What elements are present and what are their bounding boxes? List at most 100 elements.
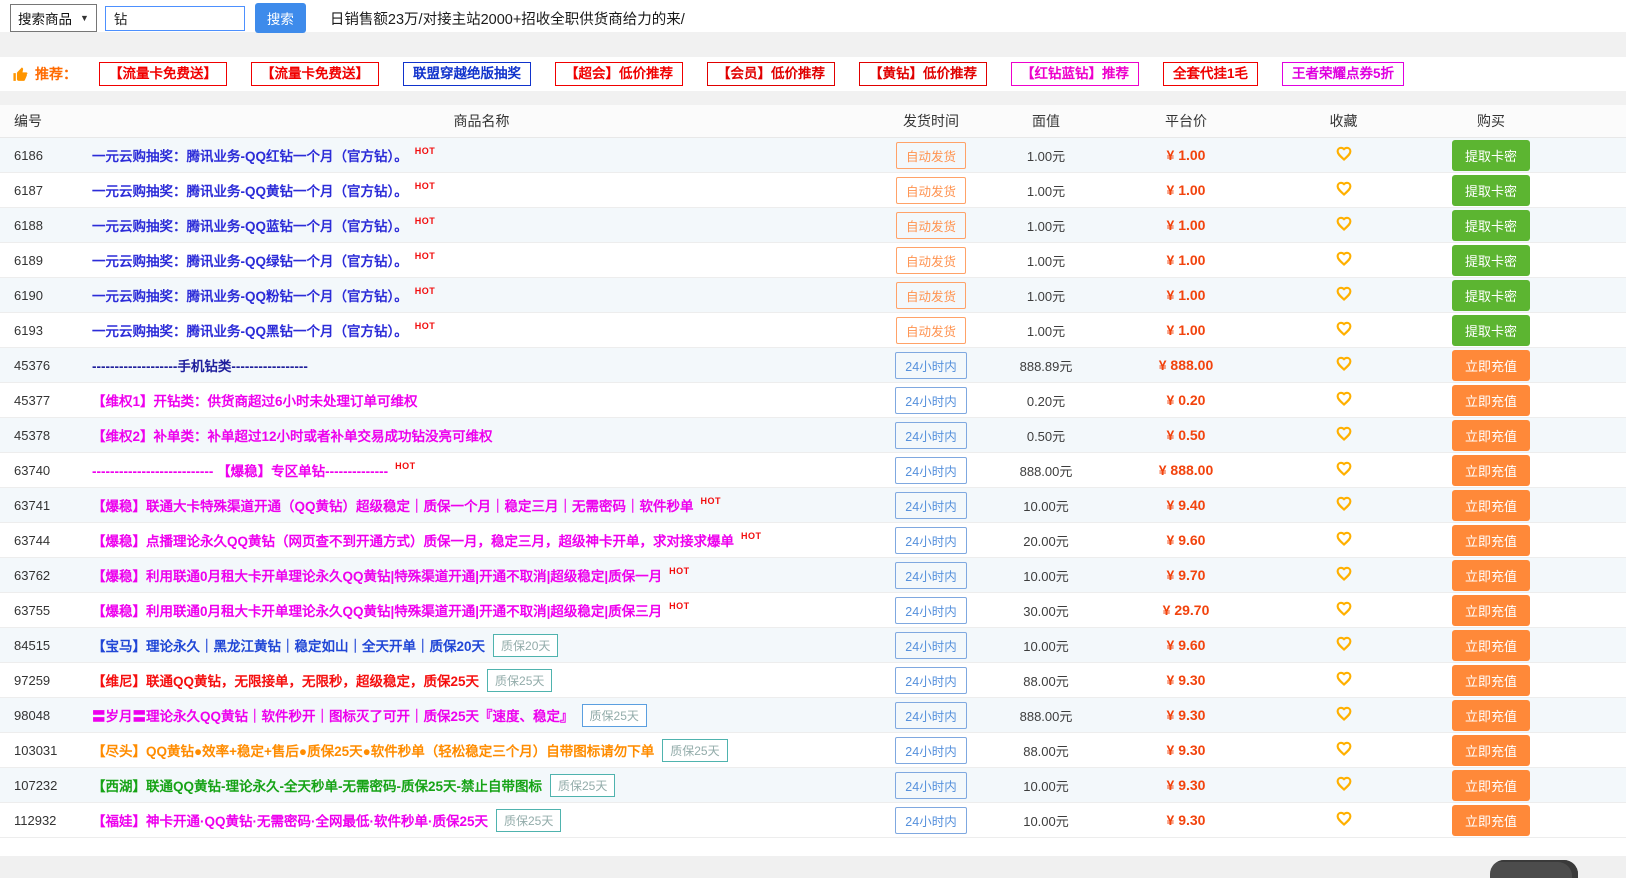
favorite-heart-icon[interactable] bbox=[1335, 600, 1353, 617]
product-name-link[interactable]: 【爆稳】联通大卡特殊渠道开通（QQ黄钻）超级稳定｜质保一个月｜稳定三月｜无需密码… bbox=[92, 495, 694, 515]
product-name-link[interactable]: 一元云购抽奖：腾讯业务-QQ红钻一个月（官方钻）。 bbox=[92, 145, 408, 165]
buy-button[interactable]: 提取卡密 bbox=[1452, 140, 1530, 171]
product-name-link[interactable]: 【尽头】QQ黄钻●效率+稳定+售后●质保25天●软件秒单（轻松稳定三个月）自带图… bbox=[92, 740, 654, 760]
favorite-heart-icon[interactable] bbox=[1335, 425, 1353, 442]
recommend-link[interactable]: 王者荣耀点券5折 bbox=[1282, 62, 1404, 86]
table-row: 6189 一元云购抽奖：腾讯业务-QQ绿钻一个月（官方钻）。 HOT 自动发货 … bbox=[0, 243, 1626, 278]
recommend-link[interactable]: 【红钻蓝钻】推荐 bbox=[1011, 62, 1139, 86]
buy-button[interactable]: 立即充值 bbox=[1452, 385, 1530, 416]
product-name-link[interactable]: 【维权1】开钻类：供货商超过6小时未处理订单可维权 bbox=[92, 390, 418, 410]
buy-button[interactable]: 提取卡密 bbox=[1452, 280, 1530, 311]
recommend-link[interactable]: 【黄钻】低价推荐 bbox=[859, 62, 987, 86]
favorite-heart-icon[interactable] bbox=[1335, 810, 1353, 827]
platform-price: ¥ 0.50 bbox=[1101, 427, 1271, 443]
favorite-heart-icon[interactable] bbox=[1335, 635, 1353, 652]
product-name-link[interactable]: --------------------------- 【爆稳】专区单钻----… bbox=[92, 460, 388, 480]
product-name-link[interactable]: 【西湖】联通QQ黄钻-理论永久-全天秒单-无需密码-质保25天-禁止自带图标 bbox=[92, 775, 542, 795]
header-name: 商品名称 bbox=[92, 111, 871, 131]
product-name-link[interactable]: 一元云购抽奖：腾讯业务-QQ绿钻一个月（官方钻）。 bbox=[92, 250, 408, 270]
buy-button[interactable]: 立即充值 bbox=[1452, 630, 1530, 661]
warranty-tag: 质保25天 bbox=[550, 774, 615, 797]
favorite-heart-icon[interactable] bbox=[1335, 705, 1353, 722]
face-value: 1.00元 bbox=[991, 216, 1101, 235]
favorite-heart-icon[interactable] bbox=[1335, 285, 1353, 302]
buy-button[interactable]: 立即充值 bbox=[1452, 350, 1530, 381]
recommend-link[interactable]: 【会员】低价推荐 bbox=[707, 62, 835, 86]
favorite-heart-icon[interactable] bbox=[1335, 355, 1353, 372]
product-name-link[interactable]: 【爆稳】点播理论永久QQ黄钻（网页查不到开通方式）质保一月，稳定三月，超级神卡开… bbox=[92, 530, 734, 550]
buy-button[interactable]: 立即充值 bbox=[1452, 805, 1530, 836]
recommend-link[interactable]: 全套代挂1毛 bbox=[1163, 62, 1258, 86]
product-name-link[interactable]: 【宝马】理论永久｜黑龙江黄钻｜稳定如山｜全天开单｜质保20天 bbox=[92, 635, 485, 655]
buy-button[interactable]: 立即充值 bbox=[1452, 490, 1530, 521]
buy-button[interactable]: 立即充值 bbox=[1452, 700, 1530, 731]
product-name-link[interactable]: 【维权2】补单类：补单超过12小时或者补单交易成功钻没亮可维权 bbox=[92, 425, 493, 445]
footer-band bbox=[0, 856, 1626, 878]
product-name-link[interactable]: 【福娃】神卡开通·QQ黄钻·无需密码·全网最低·软件秒单·质保25天 bbox=[92, 810, 488, 830]
table-row: 45377 【维权1】开钻类：供货商超过6小时未处理订单可维权 24小时内 0.… bbox=[0, 383, 1626, 418]
buy-button[interactable]: 立即充值 bbox=[1452, 420, 1530, 451]
buy-button[interactable]: 立即充值 bbox=[1452, 770, 1530, 801]
search-category-select[interactable]: 搜索商品 ▼ bbox=[10, 4, 97, 32]
table-header: 编号 商品名称 发货时间 面值 平台价 收藏 购买 bbox=[0, 105, 1626, 138]
product-name-link[interactable]: 【爆稳】利用联通0月租大卡开单理论永久QQ黄钻|特殊渠道开通|开通不取消|超级稳… bbox=[92, 565, 662, 585]
search-button[interactable]: 搜索 bbox=[255, 3, 306, 33]
delivery-badge: 自动发货 bbox=[896, 282, 966, 309]
favorite-heart-icon[interactable] bbox=[1335, 740, 1353, 757]
table-row: 103031 【尽头】QQ黄钻●效率+稳定+售后●质保25天●软件秒单（轻松稳定… bbox=[0, 733, 1626, 768]
buy-button[interactable]: 立即充值 bbox=[1452, 455, 1530, 486]
face-value: 1.00元 bbox=[991, 181, 1101, 200]
product-name-link[interactable]: 【维尼】联通QQ黄钻，无限接单，无限秒，超级稳定，质保25天 bbox=[92, 670, 479, 690]
recommend-link[interactable]: 【流量卡免费送】 bbox=[99, 62, 227, 86]
favorite-heart-icon[interactable] bbox=[1335, 565, 1353, 582]
recommend-link[interactable]: 【超会】低价推荐 bbox=[555, 62, 683, 86]
separator-band-top bbox=[0, 32, 1626, 57]
row-id: 45376 bbox=[0, 358, 80, 373]
recommend-links: 【流量卡免费送】【流量卡免费送】联盟穿越绝版抽奖【超会】低价推荐【会员】低价推荐… bbox=[99, 62, 1404, 86]
delivery-badge: 24小时内 bbox=[895, 702, 966, 729]
buy-button[interactable]: 提取卡密 bbox=[1452, 210, 1530, 241]
buy-button[interactable]: 提取卡密 bbox=[1452, 245, 1530, 276]
favorite-heart-icon[interactable] bbox=[1335, 145, 1353, 162]
header-price: 平台价 bbox=[1101, 111, 1271, 131]
product-name-link[interactable]: 一元云购抽奖：腾讯业务-QQ粉钻一个月（官方钻）。 bbox=[92, 285, 408, 305]
favorite-heart-icon[interactable] bbox=[1335, 390, 1353, 407]
hot-badge: HOT bbox=[669, 601, 690, 611]
buy-button[interactable]: 立即充值 bbox=[1452, 525, 1530, 556]
search-category-label: 搜索商品 bbox=[18, 8, 72, 28]
product-name-link[interactable]: 〓岁月〓理论永久QQ黄钻｜软件秒开｜图标灭了可开｜质保25天『速度、稳定』 bbox=[92, 705, 574, 725]
buy-button[interactable]: 立即充值 bbox=[1452, 735, 1530, 766]
recommend-link[interactable]: 【流量卡免费送】 bbox=[251, 62, 379, 86]
buy-button[interactable]: 立即充值 bbox=[1452, 595, 1530, 626]
favorite-heart-icon[interactable] bbox=[1335, 250, 1353, 267]
recommend-link[interactable]: 联盟穿越绝版抽奖 bbox=[403, 62, 531, 86]
row-id: 63755 bbox=[0, 603, 80, 618]
delivery-badge: 自动发货 bbox=[896, 142, 966, 169]
face-value: 88.00元 bbox=[991, 741, 1101, 760]
platform-price: ¥ 9.30 bbox=[1101, 777, 1271, 793]
row-id: 63740 bbox=[0, 463, 80, 478]
favorite-heart-icon[interactable] bbox=[1335, 460, 1353, 477]
product-name-link[interactable]: 一元云购抽奖：腾讯业务-QQ蓝钻一个月（官方钻）。 bbox=[92, 215, 408, 235]
favorite-heart-icon[interactable] bbox=[1335, 670, 1353, 687]
favorite-heart-icon[interactable] bbox=[1335, 180, 1353, 197]
buy-button[interactable]: 提取卡密 bbox=[1452, 315, 1530, 346]
delivery-badge: 24小时内 bbox=[895, 667, 966, 694]
product-name-link[interactable]: -------------------手机钻类----------------- bbox=[92, 355, 308, 375]
hot-badge: HOT bbox=[415, 146, 436, 156]
floating-chat-widget[interactable] bbox=[1490, 860, 1578, 878]
table-row: 97259 【维尼】联通QQ黄钻，无限接单，无限秒，超级稳定，质保25天 质保2… bbox=[0, 663, 1626, 698]
favorite-heart-icon[interactable] bbox=[1335, 530, 1353, 547]
buy-button[interactable]: 立即充值 bbox=[1452, 560, 1530, 591]
product-name-link[interactable]: 【爆稳】利用联通0月租大卡开单理论永久QQ黄钻|特殊渠道开通|开通不取消|超级稳… bbox=[92, 600, 662, 620]
buy-button[interactable]: 立即充值 bbox=[1452, 665, 1530, 696]
search-input[interactable] bbox=[105, 6, 245, 31]
favorite-heart-icon[interactable] bbox=[1335, 320, 1353, 337]
product-name-link[interactable]: 一元云购抽奖：腾讯业务-QQ黄钻一个月（官方钻）。 bbox=[92, 180, 408, 200]
chevron-down-icon: ▼ bbox=[80, 13, 89, 23]
favorite-heart-icon[interactable] bbox=[1335, 495, 1353, 512]
favorite-heart-icon[interactable] bbox=[1335, 215, 1353, 232]
product-name-link[interactable]: 一元云购抽奖：腾讯业务-QQ黑钻一个月（官方钻）。 bbox=[92, 320, 408, 340]
buy-button[interactable]: 提取卡密 bbox=[1452, 175, 1530, 206]
favorite-heart-icon[interactable] bbox=[1335, 775, 1353, 792]
